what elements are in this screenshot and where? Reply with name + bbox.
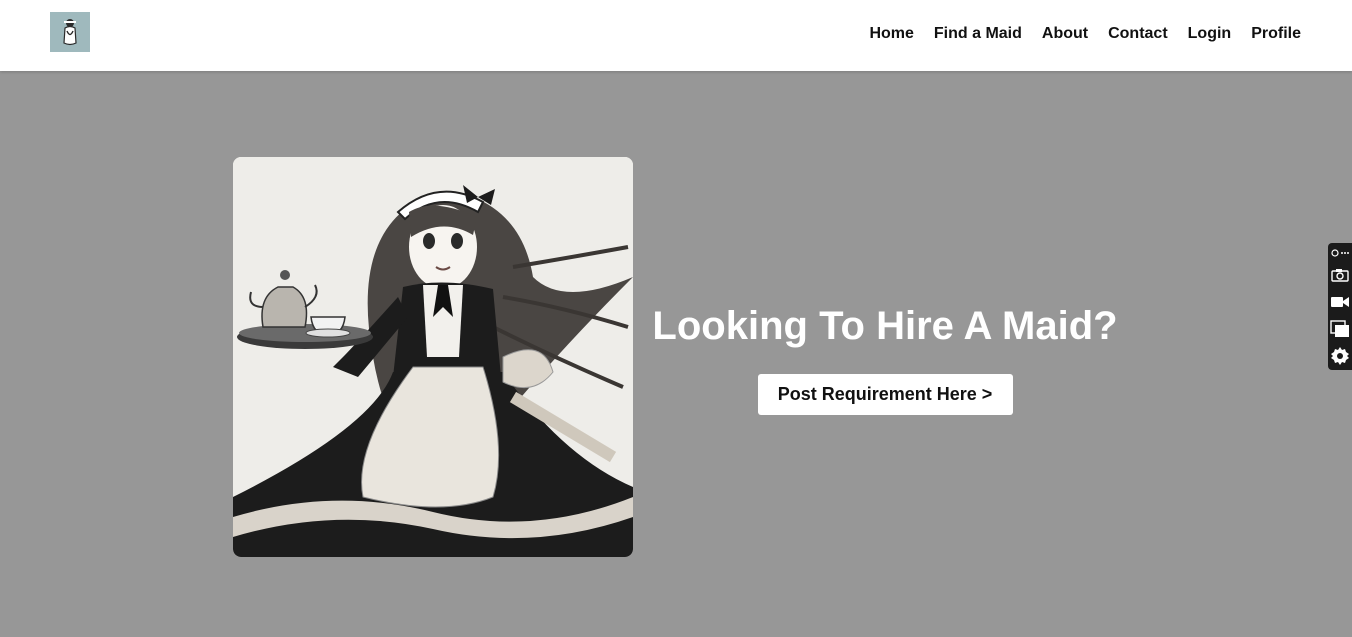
record-video-button[interactable] bbox=[1328, 288, 1352, 315]
gear-icon bbox=[1331, 346, 1349, 365]
post-requirement-button[interactable]: Post Requirement Here > bbox=[757, 374, 1013, 415]
nav-find-a-maid[interactable]: Find a Maid bbox=[934, 25, 1022, 43]
nav-about[interactable]: About bbox=[1042, 25, 1088, 43]
toolbar-more-button[interactable] bbox=[1328, 245, 1352, 261]
nav-contact[interactable]: Contact bbox=[1108, 25, 1168, 43]
maid-logo-icon bbox=[63, 19, 77, 46]
side-toolbar bbox=[1328, 243, 1352, 370]
hero-heading: Looking To Hire A Maid? bbox=[652, 304, 1118, 348]
nav-home[interactable]: Home bbox=[869, 25, 913, 43]
window-icon bbox=[1330, 319, 1349, 337]
window-capture-button[interactable] bbox=[1328, 315, 1352, 342]
link-more-icon bbox=[1331, 249, 1349, 257]
hero-image bbox=[233, 157, 633, 557]
screenshot-button[interactable] bbox=[1328, 261, 1352, 288]
hero-section: Looking To Hire A Maid? Post Requirement… bbox=[633, 300, 1137, 415]
main-nav: Home Find a Maid About Contact Login Pro… bbox=[869, 0, 1301, 67]
nav-profile[interactable]: Profile bbox=[1251, 25, 1301, 43]
navbar: Home Find a Maid About Contact Login Pro… bbox=[0, 0, 1352, 71]
site-logo[interactable] bbox=[50, 12, 90, 52]
camera-icon bbox=[1331, 268, 1349, 282]
video-icon bbox=[1331, 296, 1349, 307]
settings-button[interactable] bbox=[1328, 342, 1352, 369]
maid-illustration bbox=[233, 157, 633, 557]
nav-login[interactable]: Login bbox=[1188, 25, 1232, 43]
